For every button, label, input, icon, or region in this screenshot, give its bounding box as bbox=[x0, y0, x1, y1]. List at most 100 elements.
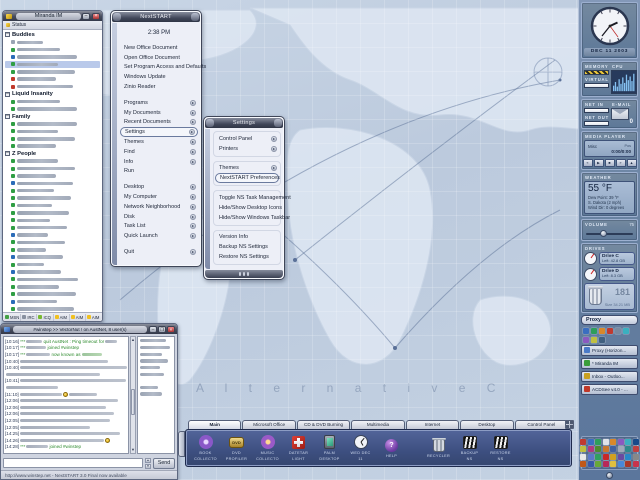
buddy-contact[interactable] bbox=[5, 180, 100, 187]
start-menu-item-zinio-reader[interactable]: Zinio Reader bbox=[120, 82, 198, 92]
tray-icon[interactable] bbox=[625, 461, 631, 467]
tray-icon[interactable] bbox=[610, 446, 616, 452]
drive-row-drive-d[interactable]: Drive DLeft: 8.3 GB bbox=[584, 267, 635, 281]
buddy-title-bar[interactable]: Miranda IM – × bbox=[3, 11, 102, 21]
tray-icon[interactable] bbox=[591, 328, 597, 334]
dock-item-recycler[interactable]: RECYCLER bbox=[423, 438, 454, 459]
task-button-inbox-outloo[interactable]: Inbox - Outloo... bbox=[581, 371, 638, 382]
protocol-msn-status[interactable]: MSN bbox=[4, 314, 21, 321]
tray-icon[interactable] bbox=[599, 337, 605, 343]
start-menu-item-themes[interactable]: Themes▸ bbox=[120, 137, 198, 147]
tray-icon[interactable] bbox=[615, 328, 621, 334]
dock-handle[interactable] bbox=[565, 420, 574, 429]
buddy-contact[interactable] bbox=[5, 298, 100, 305]
tray-icon[interactable] bbox=[625, 446, 631, 452]
tray-icon[interactable] bbox=[588, 446, 594, 452]
tray-icon[interactable] bbox=[618, 439, 624, 445]
email-icon[interactable] bbox=[611, 108, 629, 120]
tray-icon[interactable] bbox=[623, 328, 629, 334]
start-menu-item-network-neighborhood[interactable]: Network Neighborhood▸ bbox=[120, 202, 198, 212]
dock-item-music-collecto[interactable]: MUSICCOLLECTO bbox=[252, 435, 283, 461]
buddy-contact[interactable] bbox=[5, 46, 100, 53]
settings-menu-title-bar[interactable]: Settings bbox=[205, 118, 283, 128]
buddy-contact[interactable] bbox=[5, 268, 100, 275]
tray-icon[interactable] bbox=[588, 461, 594, 467]
buddy-contact[interactable] bbox=[5, 68, 100, 75]
buddy-contact[interactable] bbox=[5, 283, 100, 290]
buddy-contact[interactable] bbox=[5, 290, 100, 297]
dock-tab-cd-dvd-burning[interactable]: CD & DVD Burning bbox=[297, 420, 350, 429]
buddy-contact[interactable] bbox=[5, 217, 100, 224]
buddy-group-header[interactable]: –Family bbox=[5, 113, 100, 121]
buddy-group-header[interactable]: –Liquid Insanity bbox=[5, 90, 100, 98]
tray-icon[interactable] bbox=[595, 446, 601, 452]
settings-menu-item-printers[interactable]: Printers▸ bbox=[215, 144, 279, 154]
buddy-contact[interactable] bbox=[5, 165, 100, 172]
tray-icon[interactable] bbox=[595, 461, 601, 467]
start-menu-item-new-office-document[interactable]: New Office Document bbox=[120, 43, 198, 53]
tray-icon[interactable] bbox=[607, 328, 613, 334]
settings-menu-item-hide-show-desktop-icons[interactable]: Hide/Show Desktop Icons bbox=[215, 203, 279, 213]
proxy-taskbar-header[interactable]: Proxy bbox=[581, 315, 638, 325]
history-spinner[interactable]: ▲▼ bbox=[145, 458, 151, 468]
media-button-0[interactable]: « bbox=[583, 159, 593, 167]
media-button-4[interactable]: ▲ bbox=[627, 159, 637, 167]
task-button-proxy-horizon[interactable]: Proxy (Horizon... bbox=[581, 345, 638, 356]
start-menu-item-my-documents[interactable]: My Documents▸ bbox=[120, 108, 198, 118]
start-menu-item-windows-update[interactable]: Windows Update bbox=[120, 72, 198, 82]
dock-item-dvd-profiler[interactable]: DVDDVDPROFILER bbox=[221, 435, 252, 461]
start-menu-item-quit[interactable]: Quit▸ bbox=[120, 247, 198, 257]
tray-icon[interactable] bbox=[625, 439, 631, 445]
protocol-aim-status[interactable]: AIM bbox=[54, 314, 70, 321]
tray-icon[interactable] bbox=[610, 454, 616, 460]
status-menu-label[interactable]: Status bbox=[12, 22, 26, 28]
dock-item-restore-ns[interactable]: RESTORENS bbox=[485, 435, 516, 461]
buddy-contact[interactable] bbox=[5, 261, 100, 268]
tray-icon[interactable] bbox=[595, 454, 601, 460]
settings-menu-item-backup-ns-settings[interactable]: Backup NS Settings bbox=[215, 242, 279, 252]
dock-item-book-collecto[interactable]: BOOKCOLLECTO bbox=[190, 435, 221, 461]
settings-menu-item-restore-ns-settings[interactable]: Restore NS Settings bbox=[215, 252, 279, 262]
collapse-icon[interactable]: – bbox=[5, 32, 10, 37]
sidebar-footer-button[interactable] bbox=[606, 472, 613, 479]
tray-icon[interactable] bbox=[580, 454, 586, 460]
tray-icon[interactable] bbox=[588, 439, 594, 445]
start-menu-item-run[interactable]: Run bbox=[120, 167, 198, 177]
start-menu-item-set-program-access-and-defaults[interactable]: Set Program Access and Defaults bbox=[120, 63, 198, 73]
dock-item-help[interactable]: ?HELP bbox=[376, 438, 407, 459]
tray-icon[interactable] bbox=[588, 454, 594, 460]
chat-message-input[interactable] bbox=[3, 458, 143, 468]
start-menu-item-programs[interactable]: Programs▸ bbox=[120, 98, 198, 108]
tray-icon[interactable] bbox=[580, 439, 586, 445]
dock-tab-main[interactable]: Main bbox=[188, 420, 241, 429]
buddy-contact[interactable] bbox=[5, 194, 100, 201]
tray-icon[interactable] bbox=[595, 439, 601, 445]
start-menu-item-quick-launch[interactable]: Quick Launch▸ bbox=[120, 231, 198, 241]
buddy-menu-bar[interactable]: Status bbox=[3, 21, 102, 30]
collapse-icon[interactable]: – bbox=[5, 114, 10, 119]
scroll-down-icon[interactable]: ▼ bbox=[131, 448, 135, 452]
protocol-irc-status[interactable]: IRC bbox=[21, 314, 37, 321]
buddy-contact[interactable] bbox=[5, 120, 100, 127]
task-button-miranda-im[interactable]: * Miranda IM bbox=[581, 358, 638, 369]
buddy-contact[interactable] bbox=[5, 83, 100, 90]
dock-left-grip[interactable] bbox=[178, 431, 185, 457]
dock-item-wed-dec-11[interactable]: WED DEC11 bbox=[345, 435, 376, 461]
tray-icon[interactable] bbox=[633, 446, 639, 452]
buddy-contact[interactable] bbox=[5, 254, 100, 261]
recycle-bin-icon[interactable] bbox=[589, 288, 602, 305]
tray-icon[interactable] bbox=[625, 454, 631, 460]
buddy-contact[interactable] bbox=[5, 239, 100, 246]
scroll-up-icon[interactable]: ▲ bbox=[131, 338, 135, 342]
nextstart-menu-title-bar[interactable]: NextSTART bbox=[112, 12, 200, 22]
buddy-contact[interactable] bbox=[5, 76, 100, 83]
settings-menu-item-hide-show-windows-taskbar[interactable]: Hide/Show Windows Taskbar bbox=[215, 213, 279, 223]
tray-icon[interactable] bbox=[618, 454, 624, 460]
buddy-close-button[interactable]: × bbox=[92, 13, 100, 20]
protocol-icq-status[interactable]: ICQ bbox=[37, 314, 53, 321]
buddy-contact[interactable] bbox=[5, 61, 100, 68]
tray-icon[interactable] bbox=[618, 461, 624, 467]
buddy-contact[interactable] bbox=[5, 135, 100, 142]
tray-icon[interactable] bbox=[580, 461, 586, 467]
settings-menu-item-control-panel[interactable]: Control Panel▸ bbox=[215, 134, 279, 144]
